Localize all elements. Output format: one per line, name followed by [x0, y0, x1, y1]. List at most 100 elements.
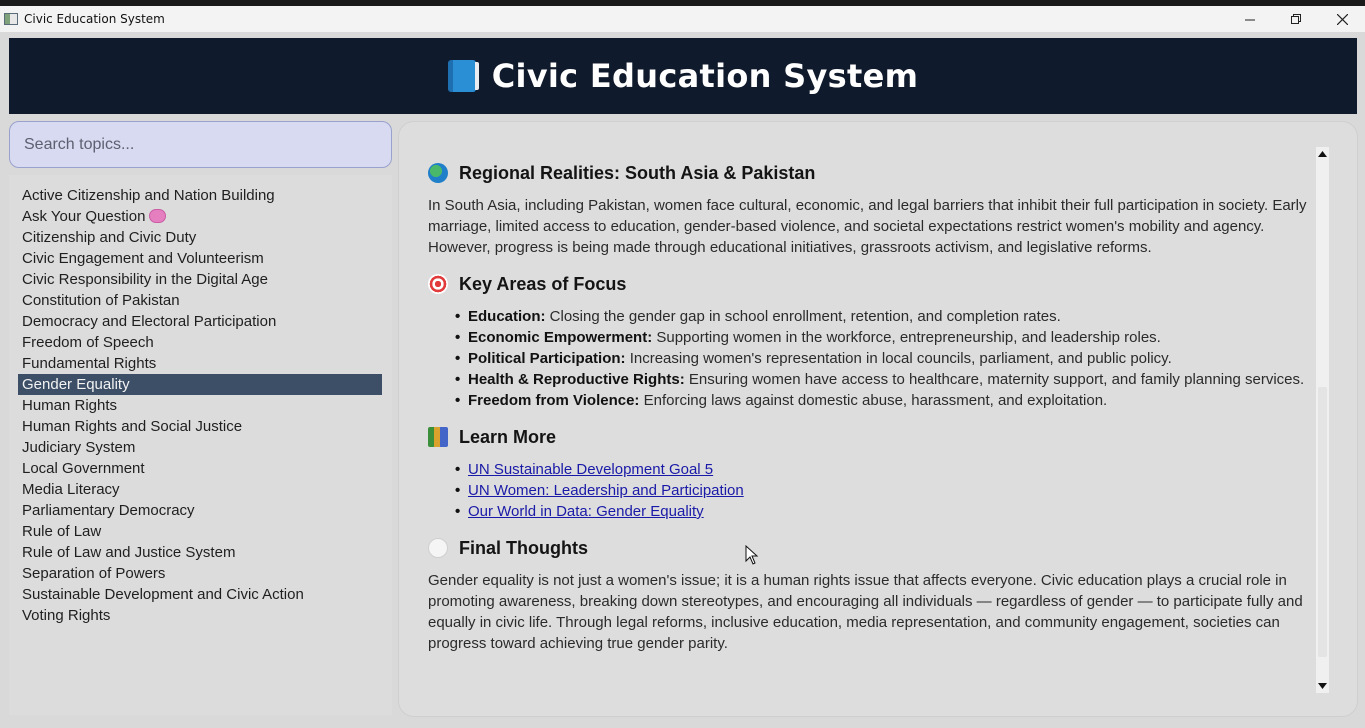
- sidebar-item[interactable]: Separation of Powers: [18, 563, 382, 584]
- scroll-up-button[interactable]: [1316, 147, 1329, 161]
- sidebar-item[interactable]: Human Rights: [18, 395, 382, 416]
- focus-heading-text: Key Areas of Focus: [459, 273, 627, 294]
- learn-link[interactable]: Our World in Data: Gender Equality: [468, 503, 704, 520]
- sidebar-item-label: Media Literacy: [22, 481, 120, 498]
- focus-item-text: Ensuring women have access to healthcare…: [684, 371, 1305, 388]
- focus-item: Education: Closing the gender gap in sch…: [455, 306, 1318, 327]
- restore-button[interactable]: [1273, 6, 1319, 32]
- content-body: Regional Realities: South Asia & Pakista…: [428, 160, 1318, 654]
- sidebar-item[interactable]: Voting Rights: [18, 605, 382, 626]
- sidebar-item[interactable]: Parliamentary Democracy: [18, 500, 382, 521]
- sidebar-item-label: Parliamentary Democracy: [22, 502, 195, 519]
- final-heading-text: Final Thoughts: [459, 537, 588, 558]
- sidebar-item-label: Civic Responsibility in the Digital Age: [22, 271, 268, 288]
- minimize-icon: [1244, 19, 1255, 20]
- sidebar-item-label: Sustainable Development and Civic Action: [22, 586, 304, 603]
- learn-item: UN Women: Leadership and Participation: [455, 480, 1318, 501]
- focus-item-text: Increasing women's representation in loc…: [625, 350, 1172, 367]
- learn-heading-text: Learn More: [459, 426, 557, 447]
- regional-heading: Regional Realities: South Asia & Pakista…: [428, 160, 1318, 186]
- topic-list: Active Citizenship and Nation Building As…: [18, 185, 382, 626]
- brain-icon: [149, 209, 167, 223]
- window-title: Civic Education System: [24, 12, 165, 26]
- sidebar-item-label: Rule of Law: [22, 523, 102, 540]
- sidebar-item-label: Human Rights and Social Justice: [22, 418, 243, 435]
- sidebar-item[interactable]: Rule of Law and Justice System: [18, 542, 382, 563]
- sidebar-item[interactable]: Ask Your Question: [18, 206, 382, 227]
- minimize-button[interactable]: [1227, 6, 1273, 32]
- focus-item-term: Political Participation:: [468, 350, 626, 367]
- content-scrollbar[interactable]: [1316, 147, 1329, 693]
- target-icon: [428, 274, 448, 294]
- scroll-up-icon: [1318, 151, 1327, 157]
- learn-heading: Learn More: [428, 424, 1318, 450]
- topic-sidebar: Active Citizenship and Nation Building As…: [9, 175, 392, 715]
- sidebar-item[interactable]: Rule of Law: [18, 521, 382, 542]
- app-icon: [4, 13, 18, 25]
- sidebar-item[interactable]: Constitution of Pakistan: [18, 290, 382, 311]
- sidebar-item-label: Citizenship and Civic Duty: [22, 229, 197, 246]
- final-paragraph: Gender equality is not just a women's is…: [428, 572, 1303, 652]
- focus-item-term: Economic Empowerment:: [468, 329, 653, 346]
- sidebar-item-label: Active Citizenship and Nation Building: [22, 187, 275, 204]
- sidebar-item-label: Civic Engagement and Volunteerism: [22, 250, 264, 267]
- focus-item-term: Freedom from Violence:: [468, 392, 640, 409]
- search-input[interactable]: [9, 121, 392, 168]
- focus-item-text: Closing the gender gap in school enrollm…: [545, 308, 1061, 325]
- learn-item: Our World in Data: Gender Equality: [455, 501, 1318, 522]
- sidebar-item-label: Democracy and Electoral Participation: [22, 313, 277, 330]
- sidebar-item[interactable]: Civic Engagement and Volunteerism: [18, 248, 382, 269]
- sidebar-item[interactable]: Gender Equality: [18, 374, 382, 395]
- sidebar-item[interactable]: Civic Responsibility in the Digital Age: [18, 269, 382, 290]
- focus-heading: Key Areas of Focus: [428, 271, 1318, 297]
- regional-heading-text: Regional Realities: South Asia & Pakista…: [459, 162, 816, 183]
- sidebar-item[interactable]: Sustainable Development and Civic Action: [18, 584, 382, 605]
- sidebar-item-label: Judiciary System: [22, 439, 136, 456]
- sidebar-item-label: Gender Equality: [22, 376, 130, 393]
- sidebar-item[interactable]: Local Government: [18, 458, 382, 479]
- scroll-thumb[interactable]: [1318, 387, 1327, 657]
- window-titlebar: Civic Education System: [0, 6, 1365, 32]
- focus-item-term: Education:: [468, 308, 546, 325]
- learn-link[interactable]: UN Women: Leadership and Participation: [468, 482, 744, 499]
- focus-item-term: Health & Reproductive Rights:: [468, 371, 685, 388]
- app-title: Civic Education System: [491, 57, 919, 95]
- sidebar-item-label: Constitution of Pakistan: [22, 292, 180, 309]
- final-heading: Final Thoughts: [428, 535, 1318, 561]
- sidebar-item[interactable]: Freedom of Speech: [18, 332, 382, 353]
- sidebar-item[interactable]: Judiciary System: [18, 437, 382, 458]
- sidebar-item[interactable]: Active Citizenship and Nation Building: [18, 185, 382, 206]
- scroll-down-icon: [1318, 683, 1327, 689]
- sidebar-item-label: Freedom of Speech: [22, 334, 154, 351]
- sidebar-item-label: Rule of Law and Justice System: [22, 544, 236, 561]
- app-header: Civic Education System: [9, 38, 1357, 114]
- close-icon: [1336, 13, 1348, 25]
- globe-icon: [428, 163, 448, 183]
- sidebar-item[interactable]: Media Literacy: [18, 479, 382, 500]
- focus-item: Health & Reproductive Rights: Ensuring w…: [455, 369, 1318, 390]
- focus-item: Political Participation: Increasing wome…: [455, 348, 1318, 369]
- sidebar-item[interactable]: Citizenship and Civic Duty: [18, 227, 382, 248]
- sidebar-item-label: Human Rights: [22, 397, 118, 414]
- speech-bubble-icon: [428, 538, 448, 558]
- sidebar-item-label: Voting Rights: [22, 607, 111, 624]
- close-button[interactable]: [1319, 6, 1365, 32]
- sidebar-item-label: Local Government: [22, 460, 145, 477]
- learn-link[interactable]: UN Sustainable Development Goal 5: [468, 461, 713, 478]
- focus-item: Economic Empowerment: Supporting women i…: [455, 327, 1318, 348]
- blue-book-icon: [447, 60, 479, 92]
- focus-item-text: Enforcing laws against domestic abuse, h…: [639, 392, 1108, 409]
- scroll-down-button[interactable]: [1316, 679, 1329, 693]
- sidebar-item[interactable]: Democracy and Electoral Participation: [18, 311, 382, 332]
- learn-links: UN Sustainable Development Goal 5 UN Wome…: [455, 459, 1318, 522]
- books-icon: [428, 427, 448, 447]
- sidebar-item[interactable]: Fundamental Rights: [18, 353, 382, 374]
- sidebar-item-label: Ask Your Question: [22, 208, 146, 225]
- focus-list: Education: Closing the gender gap in sch…: [455, 306, 1318, 411]
- restore-icon: [1290, 13, 1301, 24]
- sidebar-item[interactable]: Human Rights and Social Justice: [18, 416, 382, 437]
- sidebar-item-label: Fundamental Rights: [22, 355, 157, 372]
- regional-paragraph: In South Asia, including Pakistan, women…: [428, 197, 1307, 256]
- window-controls: [1227, 6, 1365, 32]
- sidebar-item-label: Separation of Powers: [22, 565, 166, 582]
